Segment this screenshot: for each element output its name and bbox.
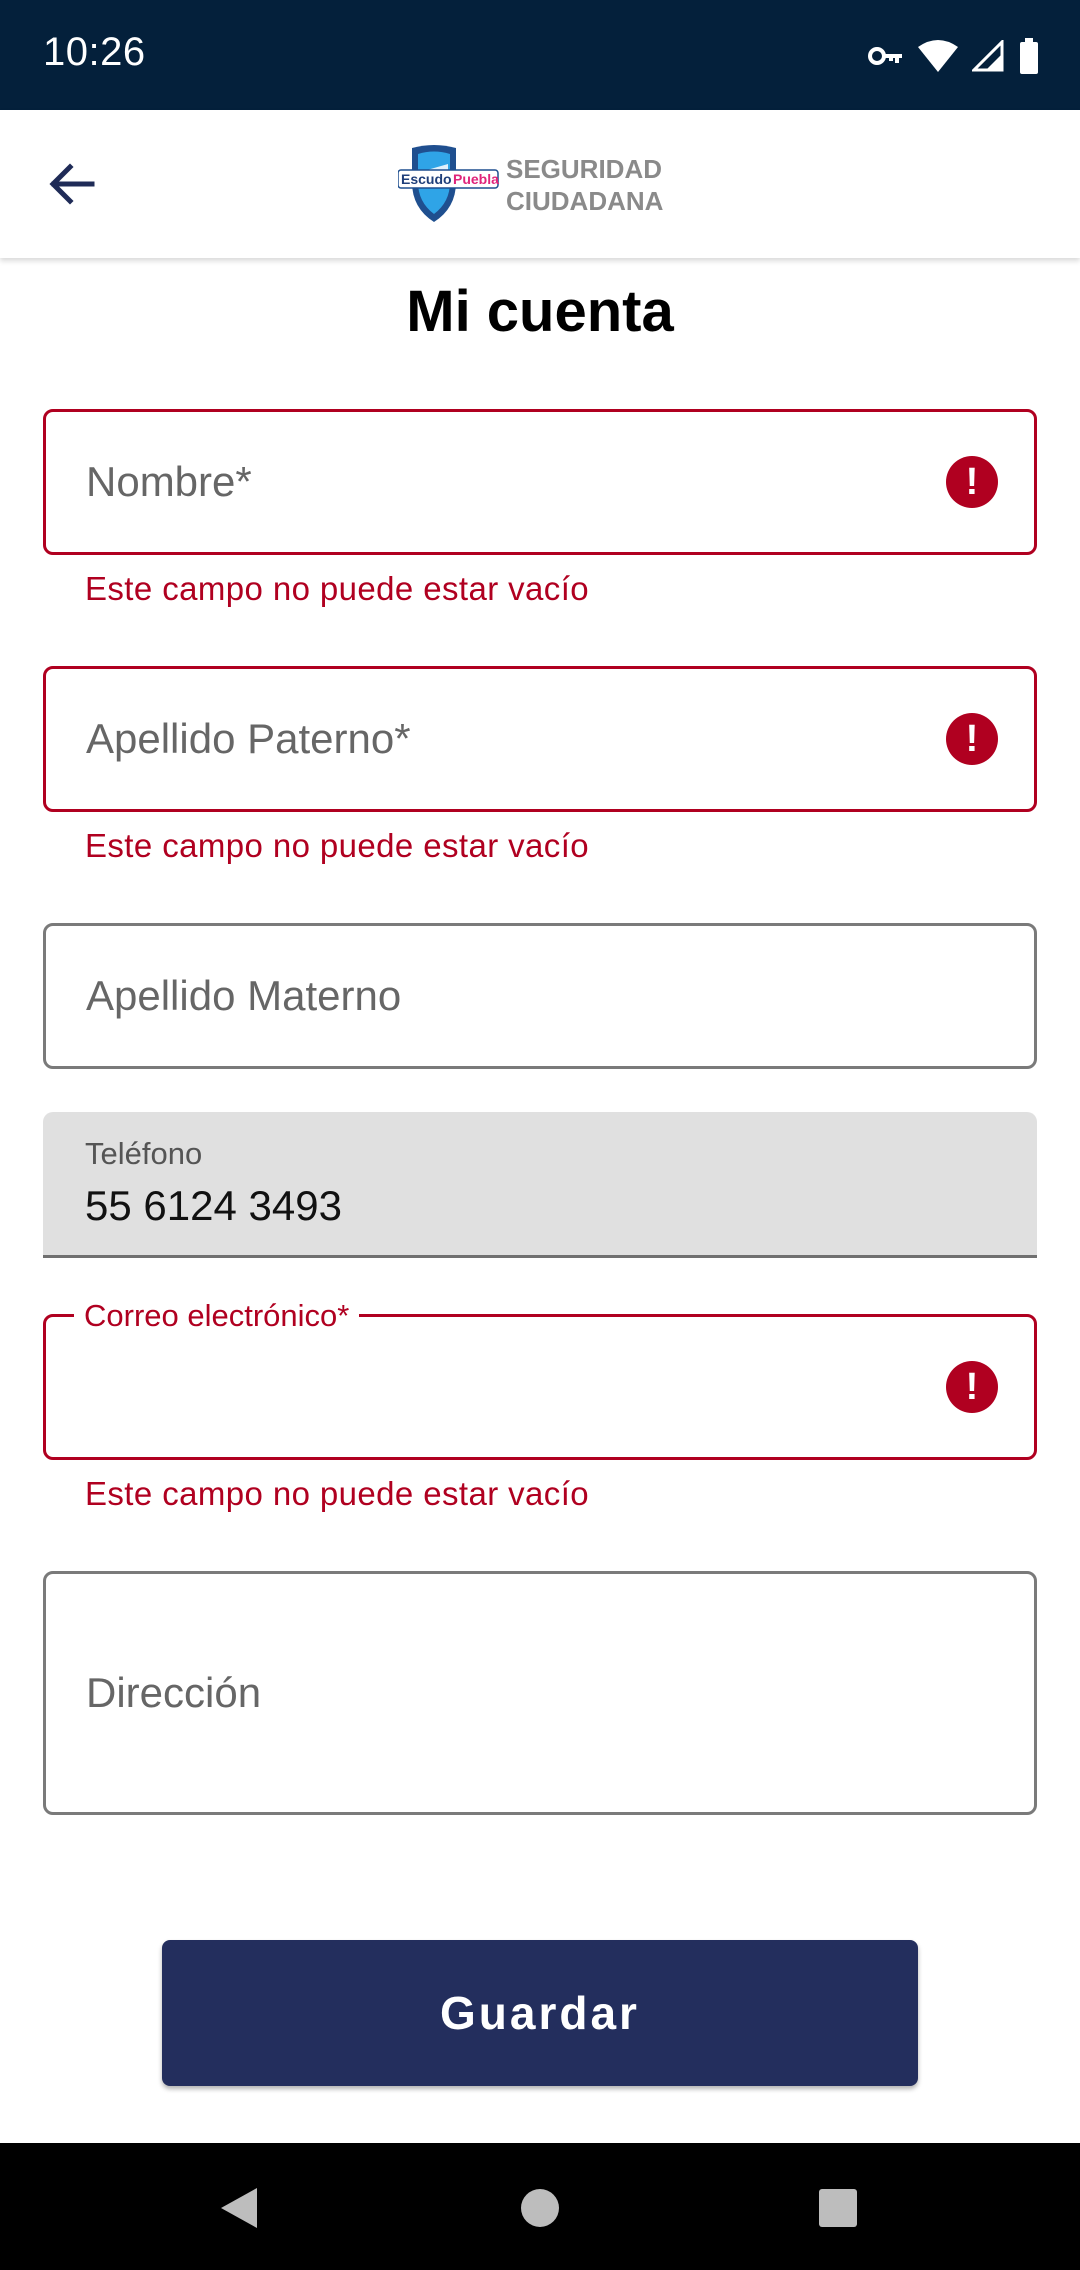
nombre-error-text: Este campo no puede estar vacío	[85, 570, 590, 607]
correo-field[interactable]: !	[43, 1314, 1037, 1460]
svg-text:Escudo: Escudo	[401, 171, 452, 187]
system-nav-bar	[0, 2143, 1080, 2270]
save-button[interactable]: Guardar	[162, 1940, 918, 2086]
nombre-field[interactable]: Nombre* !	[43, 409, 1037, 555]
correo-label: Correo electrónico*	[74, 1298, 360, 1334]
nav-home-button[interactable]	[515, 2183, 565, 2233]
nav-back-button[interactable]	[214, 2183, 264, 2233]
back-button[interactable]	[30, 142, 114, 226]
app-logo: Escudo Puebla SEGURIDAD CIUDADANA	[397, 142, 678, 228]
direccion-field[interactable]: Dirección	[43, 1571, 1037, 1815]
apellido-materno-field[interactable]: Apellido Materno	[43, 923, 1037, 1069]
arrow-left-icon	[49, 163, 95, 205]
error-icon: !	[946, 456, 998, 508]
apellido-materno-placeholder: Apellido Materno	[86, 972, 402, 1019]
apellido-paterno-error-text: Este campo no puede estar vacío	[85, 827, 590, 864]
telefono-label: Teléfono	[85, 1136, 203, 1171]
apellido-paterno-placeholder: Apellido Paterno*	[86, 715, 411, 762]
status-time: 10:26	[43, 30, 146, 74]
telefono-field[interactable]: Teléfono 55 6124 3493	[43, 1112, 1037, 1258]
battery-icon	[1020, 38, 1038, 74]
svg-text:Puebla: Puebla	[453, 171, 499, 187]
nav-recents-button[interactable]	[813, 2183, 863, 2233]
wifi-icon	[918, 40, 958, 72]
telefono-value: 55 6124 3493	[85, 1182, 342, 1229]
error-icon: !	[946, 713, 998, 765]
recents-square-icon	[819, 2189, 857, 2227]
correo-error-text: Este campo no puede estar vacío	[85, 1475, 590, 1512]
status-bar: 10:26	[0, 0, 1080, 110]
page-title: Mi cuenta	[406, 279, 674, 344]
back-triangle-icon	[221, 2188, 257, 2228]
svg-text:CIUDADANA: CIUDADANA	[506, 186, 664, 216]
direccion-placeholder: Dirección	[86, 1669, 262, 1716]
app-bar: Escudo Puebla SEGURIDAD CIUDADANA	[0, 110, 1080, 258]
svg-text:SEGURIDAD: SEGURIDAD	[506, 154, 662, 184]
vpn-key-icon	[868, 47, 902, 65]
status-icons	[868, 32, 1040, 80]
apellido-paterno-field[interactable]: Apellido Paterno* !	[43, 666, 1037, 812]
signal-icon	[972, 40, 1004, 72]
home-circle-icon	[521, 2189, 559, 2227]
error-icon: !	[946, 1361, 998, 1413]
nombre-placeholder: Nombre*	[86, 458, 252, 505]
